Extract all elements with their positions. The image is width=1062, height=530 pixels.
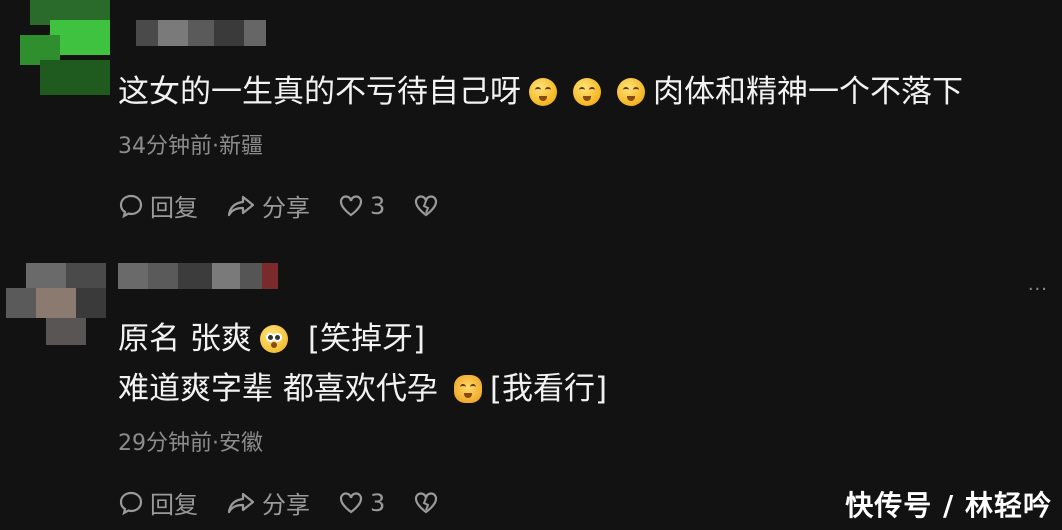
avatar[interactable]	[20, 0, 110, 100]
comment-text-part: [笑掉牙]	[307, 321, 426, 357]
reply-button[interactable]: 回复	[118, 485, 198, 520]
comment-meta: 29分钟前·安徽	[118, 431, 263, 456]
share-label: 分享	[262, 194, 310, 222]
share-arrow-icon	[227, 195, 255, 216]
speech-bubble-icon	[119, 491, 143, 515]
comment-text-part: 难道爽字辈 都喜欢代孕	[118, 371, 438, 407]
comment-text: 原名 张爽 [笑掉牙]	[118, 319, 425, 359]
comment-actions: 回复 分享 3	[118, 485, 473, 520]
broken-heart-icon	[415, 194, 438, 216]
dislike-button[interactable]	[413, 491, 445, 515]
like-count: 3	[370, 191, 386, 220]
reply-label: 回复	[150, 491, 198, 519]
dizzy-face-emoji-icon	[573, 78, 601, 106]
comment-text-part: 这女的一生真的不亏待自己呀	[118, 74, 521, 110]
flushed-face-emoji-icon	[259, 325, 288, 353]
heart-icon	[339, 491, 363, 513]
username-blurred[interactable]	[136, 20, 266, 46]
reply-label: 回复	[150, 194, 198, 222]
dizzy-face-emoji-icon	[617, 78, 645, 106]
more-options-button[interactable]: ···	[1028, 279, 1048, 300]
heart-icon	[339, 194, 363, 216]
grinning-cat-emoji-icon	[453, 375, 482, 403]
comment-text: 难道爽字辈 都喜欢代孕 [我看行]	[118, 369, 607, 409]
share-button[interactable]: 分享	[226, 188, 310, 223]
comment-actions: 回复 分享 3	[118, 188, 473, 223]
dislike-button[interactable]	[413, 194, 445, 218]
speech-bubble-icon	[119, 194, 143, 218]
comment-text-part: 原名 张爽	[118, 321, 252, 357]
avatar[interactable]	[6, 263, 106, 345]
reply-button[interactable]: 回复	[118, 188, 198, 223]
like-button[interactable]: 3	[338, 192, 385, 220]
broken-heart-icon	[415, 491, 438, 513]
like-button[interactable]: 3	[338, 489, 385, 517]
share-arrow-icon	[227, 492, 255, 513]
dizzy-face-emoji-icon	[529, 78, 557, 106]
share-button[interactable]: 分享	[226, 485, 310, 520]
comment-1: 这女的一生真的不亏待自己呀 肉体和精神一个不落下 34分钟前·新疆 回复 分享 …	[0, 0, 1062, 250]
share-label: 分享	[262, 491, 310, 519]
username-blurred[interactable]	[118, 263, 278, 289]
comment-text: 这女的一生真的不亏待自己呀 肉体和精神一个不落下	[118, 72, 963, 112]
like-count: 3	[370, 488, 386, 517]
watermark: 快传号 / 林轻吟	[845, 489, 1052, 522]
comment-text-part: [我看行]	[489, 371, 608, 407]
comment-text-part: 肉体和精神一个不落下	[653, 74, 963, 110]
comment-meta: 34分钟前·新疆	[118, 134, 263, 159]
